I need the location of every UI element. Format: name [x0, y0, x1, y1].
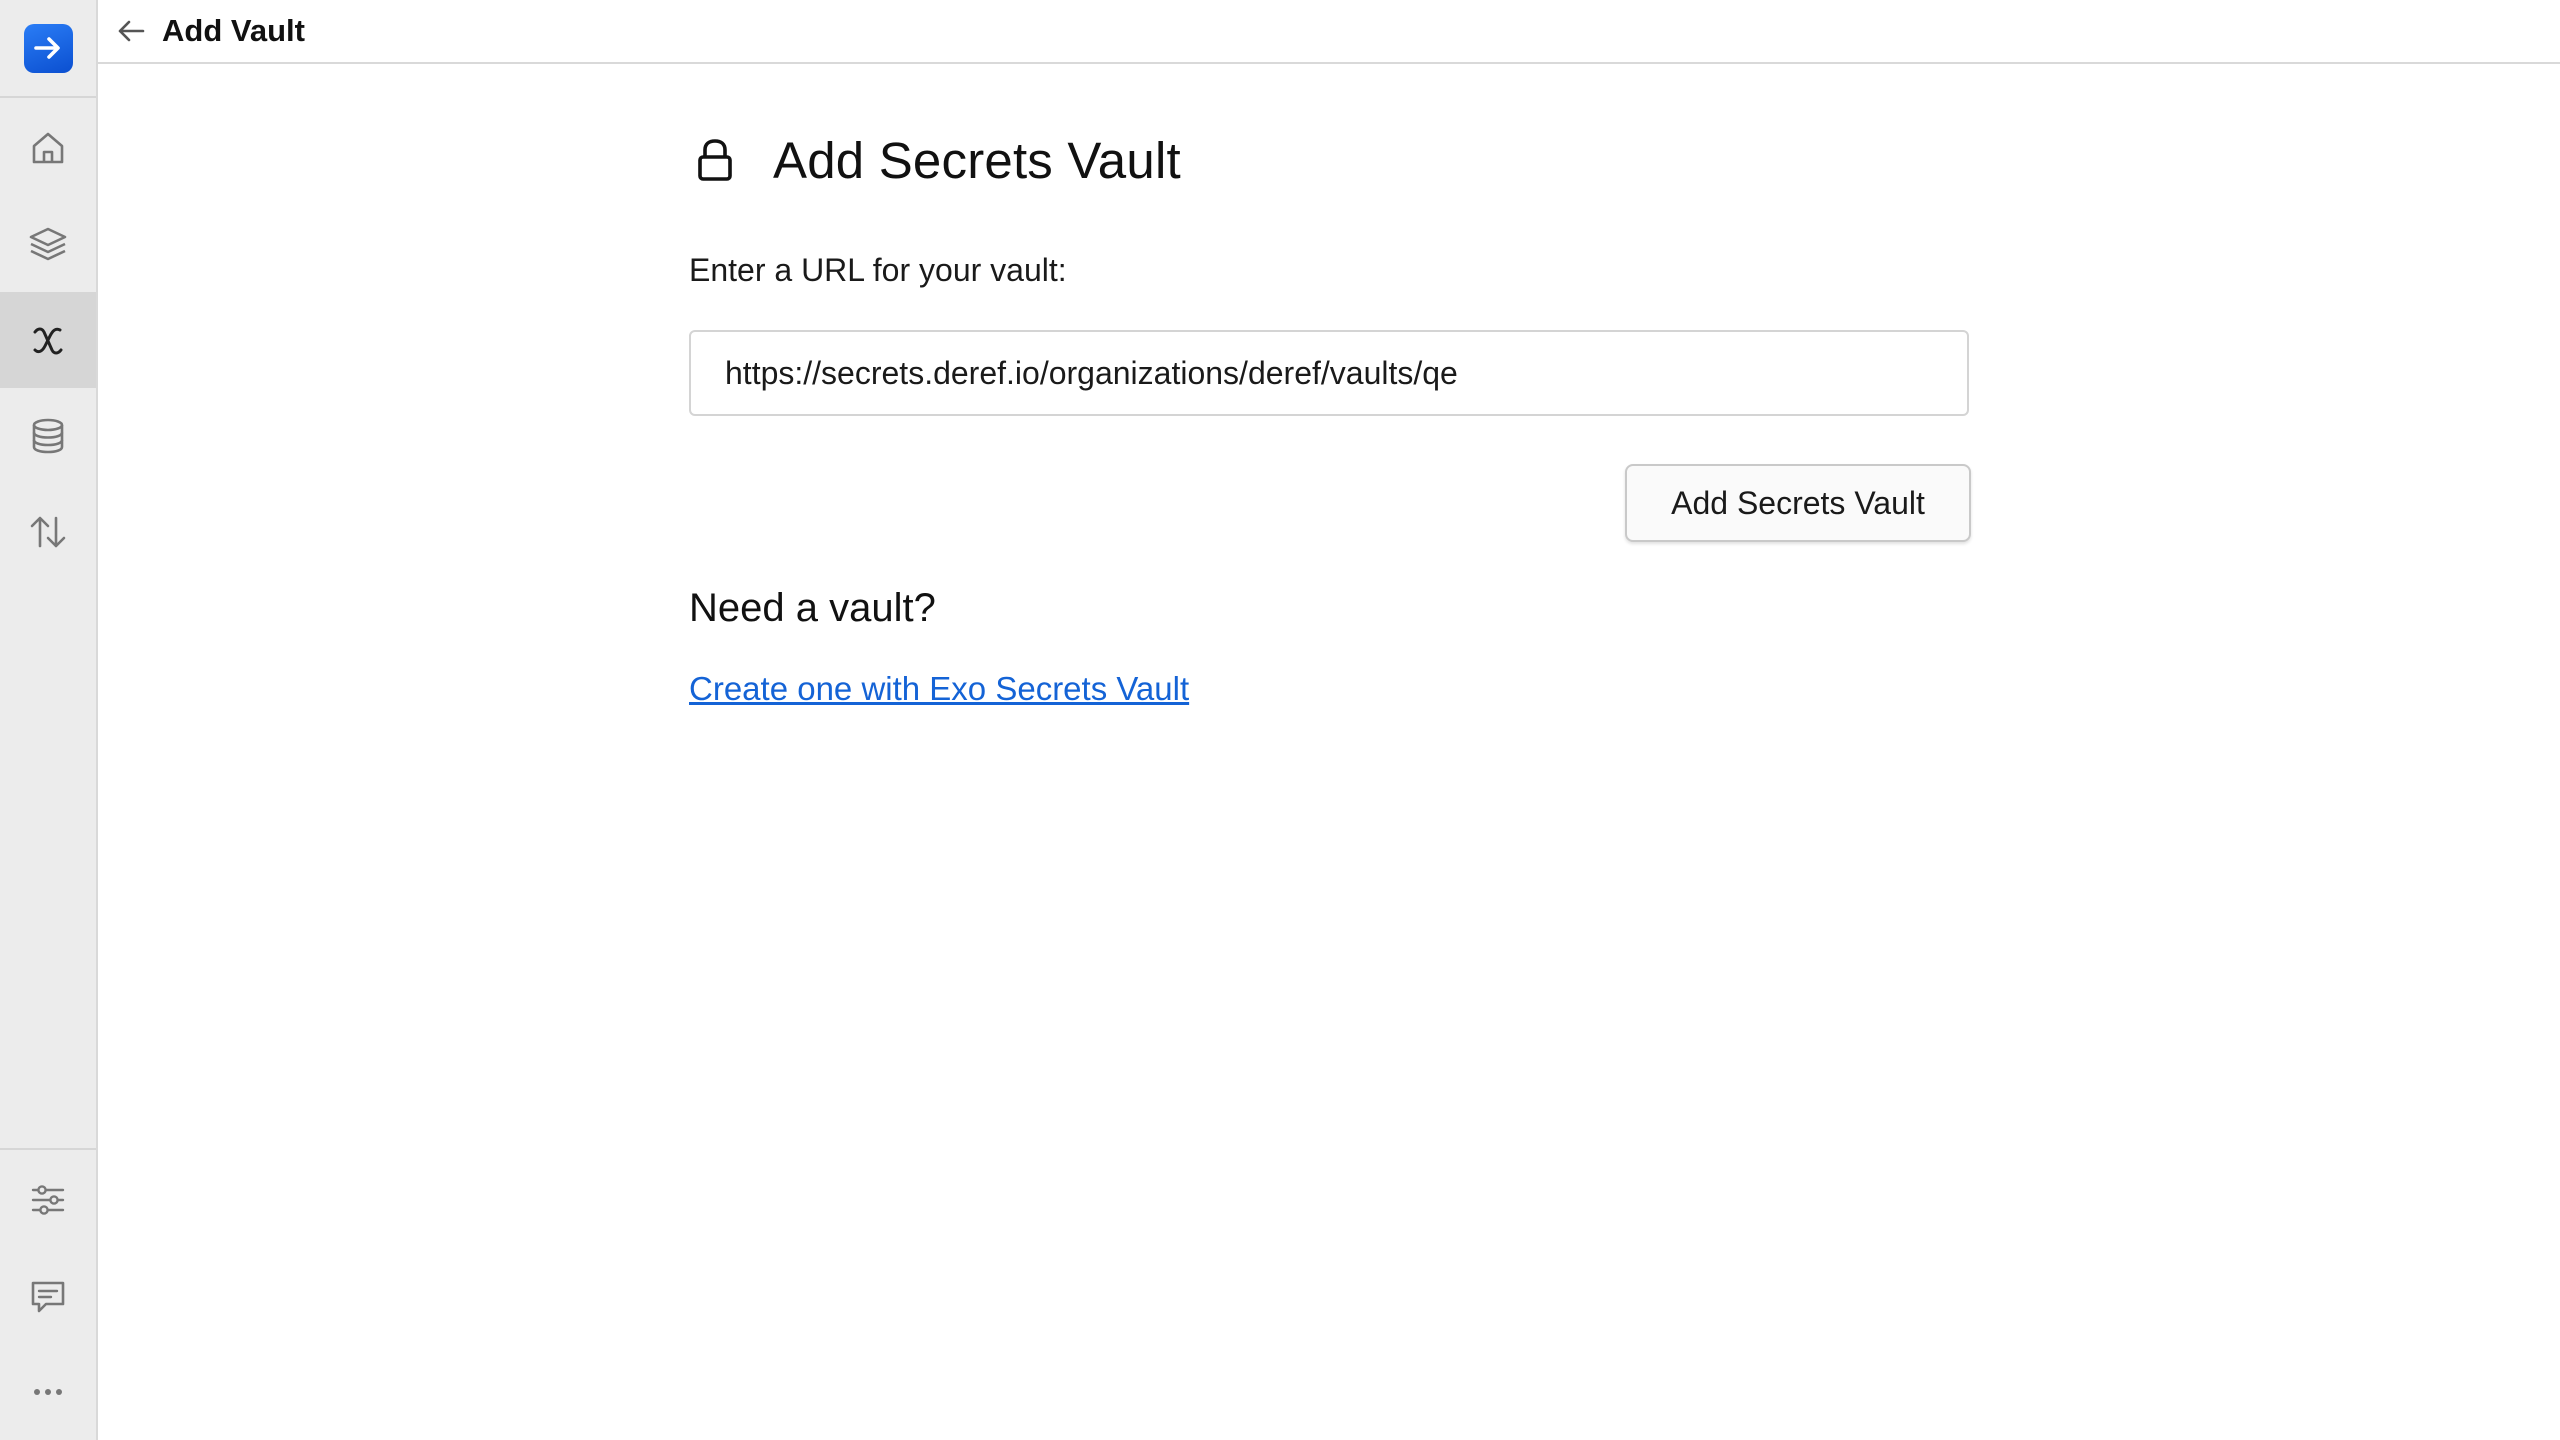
- sidebar: [0, 0, 98, 1440]
- database-icon: [32, 418, 64, 454]
- add-secrets-vault-button[interactable]: Add Secrets Vault: [1625, 464, 1971, 542]
- page-header: Add Vault: [98, 0, 2560, 64]
- vault-url-input[interactable]: [689, 330, 1969, 416]
- sidebar-item-variables[interactable]: [0, 292, 96, 388]
- sliders-icon: [31, 1185, 65, 1215]
- sidebar-item-settings[interactable]: [0, 1152, 96, 1248]
- back-button[interactable]: [110, 10, 152, 52]
- sidebar-item-home[interactable]: [0, 100, 96, 196]
- message-icon: [31, 1281, 65, 1313]
- header-title: Add Vault: [162, 13, 305, 48]
- lock-icon: [698, 139, 732, 181]
- app-root: Add Vault Add Secrets Vault Enter a URL …: [0, 0, 2560, 1440]
- variable-x-icon: [33, 327, 63, 355]
- sidebar-item-sort[interactable]: [0, 484, 96, 580]
- app-logo-arrow-icon[interactable]: [23, 23, 73, 73]
- create-vault-link[interactable]: Create one with Exo Secrets Vault: [689, 670, 1189, 708]
- sidebar-item-feedback[interactable]: [0, 1248, 96, 1344]
- page-title: Add Secrets Vault: [773, 131, 1181, 189]
- url-label: Enter a URL for your vault:: [689, 252, 1067, 288]
- sidebar-item-more[interactable]: [0, 1344, 96, 1440]
- sidebar-item-database[interactable]: [0, 388, 96, 484]
- arrow-left-icon: [118, 20, 145, 42]
- need-vault-heading: Need a vault?: [689, 586, 936, 630]
- home-icon: [32, 132, 64, 164]
- sidebar-divider: [0, 1148, 96, 1150]
- sort-arrows-icon: [30, 516, 66, 548]
- title-row: Add Secrets Vault: [689, 118, 1969, 202]
- more-dots-icon: [34, 1389, 62, 1395]
- main-content: Add Secrets Vault Enter a URL for your v…: [689, 118, 1971, 707]
- logo-container: [0, 0, 96, 98]
- layers-icon: [29, 227, 67, 261]
- sidebar-item-layers[interactable]: [0, 196, 96, 292]
